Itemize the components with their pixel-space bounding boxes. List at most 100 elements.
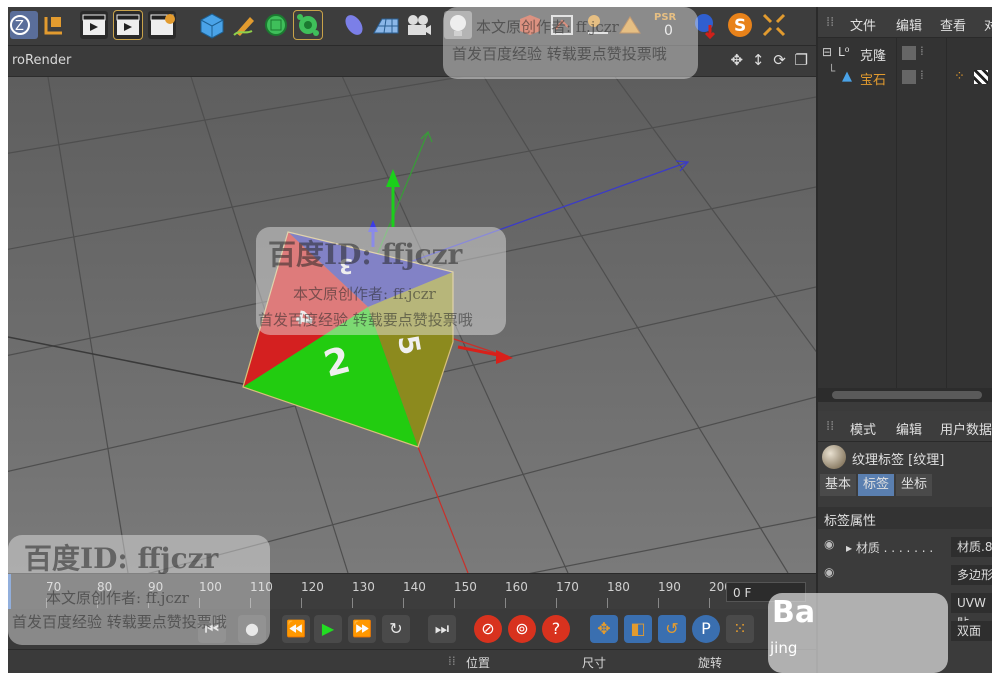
c4d-window: Z PSR 0 S roRender ✥ ↕ ⟳ ❐ 2 5 4 3 70 80… [8,7,992,673]
baidu-logo: Ba [772,595,816,630]
timeline-tick-mark [403,598,404,608]
menu-file[interactable]: 文件 [850,15,876,34]
world-coords-icon[interactable] [40,11,68,39]
menu-edit[interactable]: 编辑 [896,15,922,34]
floor-icon[interactable] [372,11,400,39]
key-position-button[interactable]: ✥ [590,615,618,643]
rotation-label: 旋转 [698,656,723,670]
timeline-tick-mark [607,598,608,608]
record-active-objects-button[interactable]: ⊘ [474,615,502,643]
menu-object[interactable]: 对 [984,15,992,34]
go-to-end-button[interactable]: ⏭ [428,615,456,643]
timeline-tick-mark [709,598,710,608]
watermark-center-id: 百度ID: ffjczr [268,238,463,271]
deformer-icon[interactable] [340,11,368,39]
selection-field[interactable]: 多边形 [951,565,992,585]
render-settings-icon[interactable] [148,11,176,39]
next-key-button[interactable]: ⏩ [348,615,376,643]
gem-icon: ▲ [842,69,852,84]
subdivision-icon[interactable] [262,11,290,39]
animate-radio-icon[interactable]: ◉ [824,537,834,551]
loop-button[interactable]: ↻ [382,615,410,643]
grip-icon: ⁞⁞ [826,15,835,30]
watermark-top-line2: 首发百度经验 转载要点赞投票哦 [452,45,667,63]
key-scale-button[interactable]: ◧ [624,615,652,643]
coordinates-manager-header: ⁞⁞ 位置 尺寸 旋转 [8,649,816,673]
script-icon[interactable]: S [726,11,754,39]
tag-title: 纹理标签 [纹理] [852,453,945,468]
key-parameter-label: P [701,619,711,638]
phong-tag-icon[interactable]: ⁘ [954,69,965,84]
layer-dots-icon[interactable]: ⁞ [920,68,924,82]
previous-key-button[interactable]: ⏪ [282,615,310,643]
timeline-tick: 160 [505,580,528,594]
keyframe-selection-button[interactable]: ? [542,615,570,643]
watermark-bottom-line: 本文原创作者: ff.jczr [46,589,189,607]
menu-mode[interactable]: 模式 [850,419,876,438]
pen-icon[interactable] [230,11,258,39]
key-point-level-button[interactable]: ⁙ [726,615,754,643]
animate-radio-icon[interactable]: ◉ [824,565,834,579]
timeline-tick-mark [505,598,506,608]
cube-icon[interactable] [198,11,226,39]
object-name: 宝石 [860,73,887,88]
position-label: 位置 [466,656,491,670]
camera-icon[interactable] [404,11,432,39]
watermark-top-line: 本文原创作者: ff.jczr [476,18,619,36]
scrollbar-thumb[interactable] [832,391,982,399]
timeline-tick: 130 [352,580,375,594]
z-axis-icon[interactable]: Z [10,11,38,39]
tab-basic[interactable]: 基本 [820,474,856,496]
cloner-icon[interactable] [293,10,323,40]
object-manager-menu: ⁞⁞ 文件 编辑 查看 对 [818,7,992,38]
right-panel: ⁞⁞ 文件 编辑 查看 对 ⊟ L⁰ 克隆 ⁞ └ ▲ 宝石 ⁞ ⁘ ⁞⁞ 模式… [816,7,992,673]
visibility-icon[interactable] [902,46,916,60]
menu-user-data[interactable]: 用户数据 [940,419,992,438]
svg-text:S: S [734,16,746,36]
grip-icon: ⁞⁞ [448,654,456,668]
render-region-icon[interactable] [113,10,143,40]
render-view-icon[interactable] [80,11,108,39]
key-parameter-button[interactable]: P [692,615,720,643]
watermark-center-line: 本文原创作者: ff.jczr [293,285,436,303]
timeline-tick: 170 [556,580,579,594]
menu-view[interactable]: 查看 [940,15,966,34]
timeline-tick-mark [454,598,455,608]
tree-line-icon: └ [828,64,836,78]
object-row-cloner[interactable]: ⊟ L⁰ 克隆 ⁞ [818,44,992,66]
timeline-tick: 190 [658,580,681,594]
tab-tag[interactable]: 标签 [858,474,894,496]
tab-coordinates[interactable]: 坐标 [896,474,932,496]
autokey-button[interactable]: ⊚ [508,615,536,643]
timeline-tick: 150 [454,580,477,594]
expand-icon[interactable]: ⊟ [822,45,832,59]
object-row-gem[interactable]: └ ▲ 宝石 ⁞ ⁘ [818,64,992,90]
size-label: 尺寸 [582,656,607,670]
watermark-center-line2: 首发百度经验 转载要点赞投票哦 [258,311,473,329]
baidu-logo-sub: jing [770,639,798,657]
viewport-navigation-icons[interactable]: ✥ ↕ ⟳ ❐ [731,51,810,69]
layout-icon[interactable] [760,11,788,39]
menu-edit[interactable]: 编辑 [896,419,922,438]
play-button[interactable]: ▶ [314,615,342,643]
visibility-icon[interactable] [902,70,916,84]
object-list: ⊟ L⁰ 克隆 ⁞ └ ▲ 宝石 ⁞ ⁘ [818,38,992,388]
material-preview-icon [822,445,846,469]
layer-dots-icon[interactable]: ⁞ [920,44,924,58]
watermark-bottom-line2: 首发百度经验 转载要点赞投票哦 [12,613,227,631]
section-title: 标签属性 [824,514,877,529]
projection-field[interactable]: UVW 贴 [951,593,992,630]
key-rotation-button[interactable]: ↺ [658,615,686,643]
material-field[interactable]: 材质.8 [951,537,992,557]
grip-icon: ⁞⁞ [826,419,835,434]
object-list-scrollbar[interactable] [818,388,992,402]
section-header: 标签属性 [818,507,992,529]
timeline-tick: 120 [301,580,324,594]
selection-row: ◉ 多边形 [818,563,992,587]
svg-text:Z: Z [15,19,24,34]
side-field[interactable]: 双面 [951,621,992,641]
timeline-tick: 180 [607,580,630,594]
material-row: ◉ ▸ 材质 . . . . . . . 材质.8 [818,535,992,559]
watermark-bottom-id: 百度ID: ffjczr [24,542,219,575]
texture-tag-icon[interactable] [974,70,988,84]
